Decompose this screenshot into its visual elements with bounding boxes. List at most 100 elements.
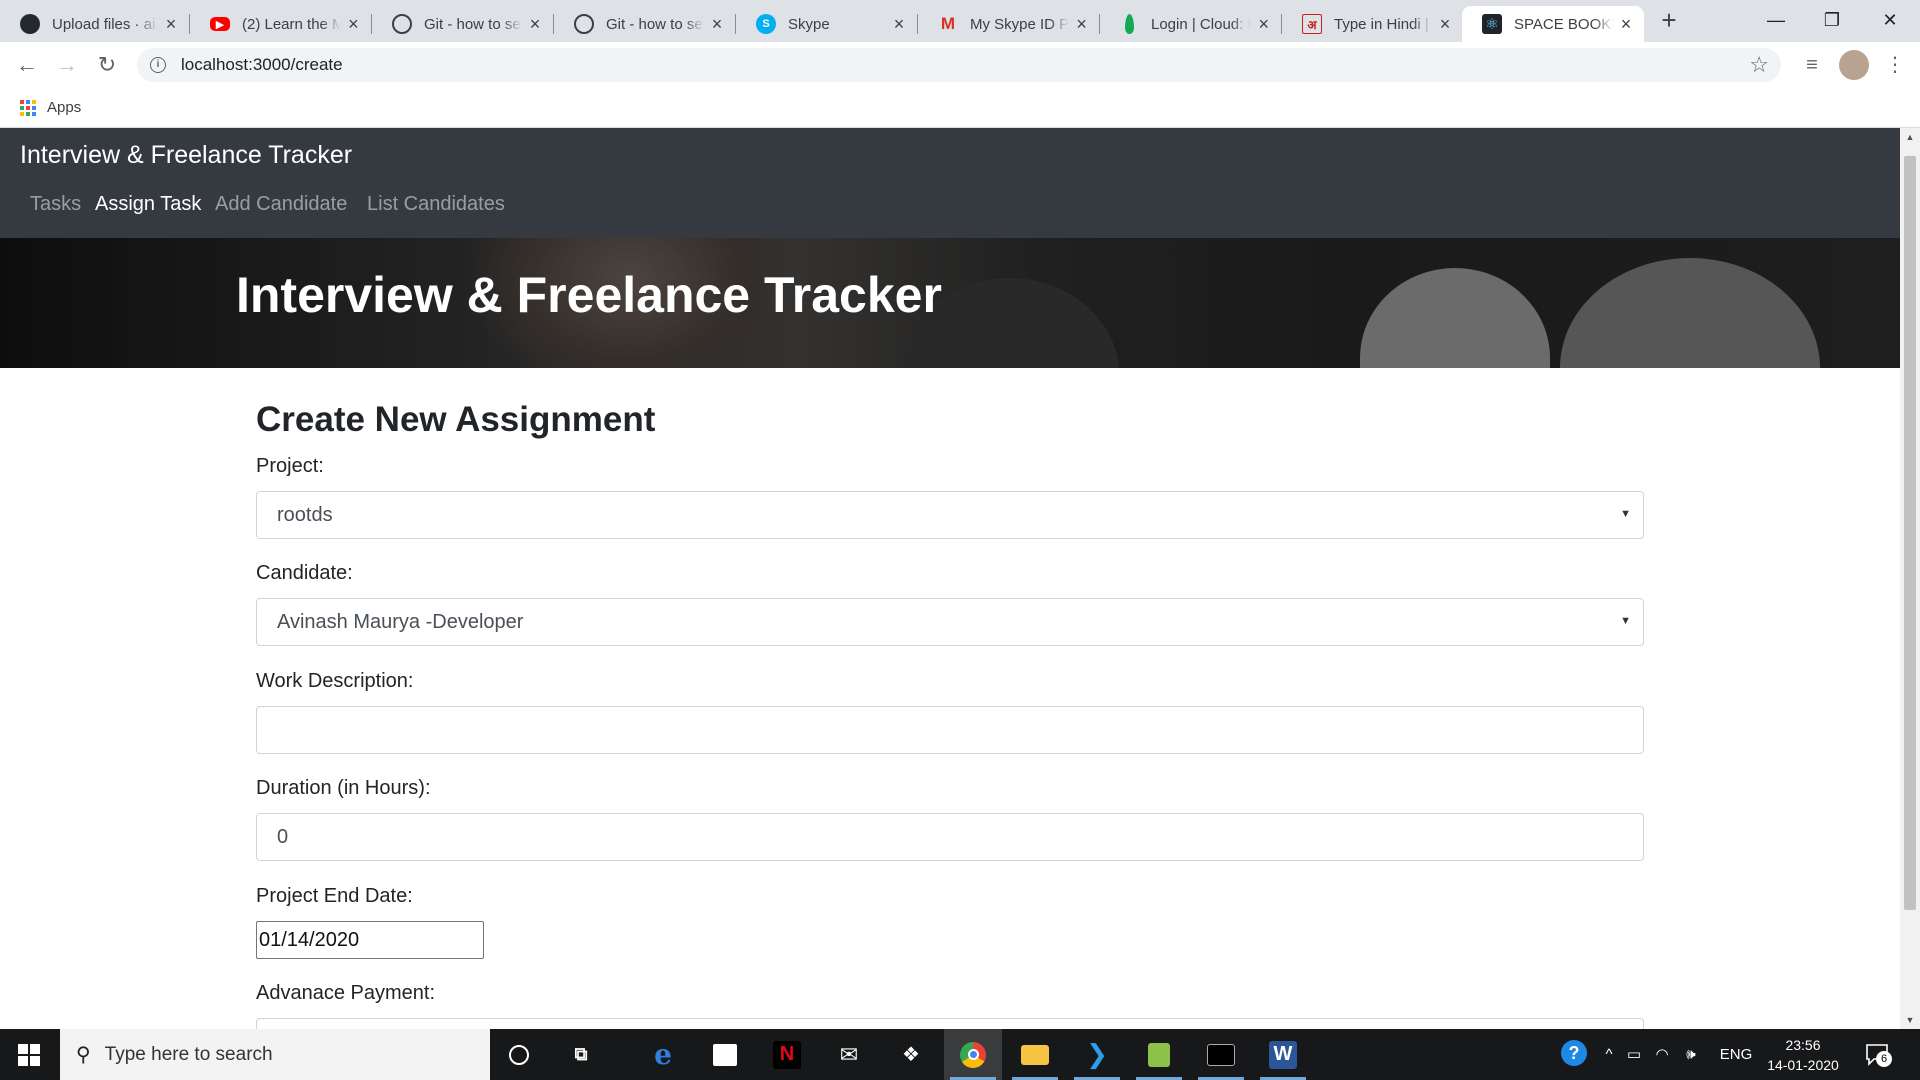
tab[interactable]: Git - how to se ×	[554, 6, 736, 42]
file-explorer-icon[interactable]	[1006, 1029, 1064, 1080]
back-button[interactable]: ←	[10, 48, 44, 82]
close-icon[interactable]: ×	[1618, 14, 1634, 35]
taskbar-search[interactable]: ⚲ Type here to search	[60, 1029, 490, 1080]
nav-link-assign-task[interactable]: Assign Task	[95, 193, 201, 216]
scroll-up-arrow-icon[interactable]: ▲	[1900, 128, 1920, 146]
candidate-select[interactable]: Avinash Maurya -Developer ▼	[256, 598, 1644, 646]
chrome-icon[interactable]	[944, 1029, 1002, 1080]
page-viewport: Interview & Freelance Tracker Tasks Assi…	[0, 128, 1900, 1029]
browser-tab-strip: Upload files · ai × ▶ (2) Learn the M × …	[0, 0, 1920, 42]
dropdown-caret-icon: ▼	[1620, 508, 1631, 520]
media-queue-icon[interactable]: ≡	[1797, 50, 1827, 80]
tab[interactable]: ▶ (2) Learn the M ×	[190, 6, 372, 42]
navbar-brand[interactable]: Interview & Freelance Tracker	[20, 141, 352, 170]
tab-title: Git - how to se	[606, 15, 703, 33]
close-icon[interactable]: ×	[890, 14, 908, 35]
action-center-icon[interactable]: 6	[1864, 1041, 1892, 1067]
candidate-selected-value: Avinash Maurya -Developer	[277, 610, 524, 633]
windows-start-icon[interactable]	[18, 1044, 40, 1066]
taskbar-clock[interactable]: 23:56 14-01-2020	[1758, 1035, 1848, 1075]
windows-taskbar: ⚲ Type here to search ⧉ e N ✉ ❖ ❯ W ? ^ …	[0, 1029, 1920, 1080]
battery-icon[interactable]: ▭	[1622, 1029, 1646, 1080]
apps-grid-icon[interactable]	[20, 100, 36, 116]
project-select[interactable]: rootds ▼	[256, 491, 1644, 539]
tab-title: SPACE BOOKIN	[1514, 15, 1614, 33]
mail-icon[interactable]: ✉	[820, 1029, 878, 1080]
new-tab-button[interactable]: +	[1654, 6, 1684, 36]
language-indicator[interactable]: ENG	[1716, 1029, 1756, 1080]
page-scrollbar[interactable]: ▲ ▼	[1900, 128, 1920, 1029]
project-label: Project:	[256, 455, 324, 477]
tab[interactable]: S Skype ×	[736, 6, 918, 42]
close-icon[interactable]: ×	[708, 14, 726, 35]
volume-icon[interactable]: 🕪	[1678, 1029, 1704, 1080]
word-icon[interactable]: W	[1254, 1029, 1312, 1080]
clock-date: 14-01-2020	[1767, 1057, 1839, 1073]
work-description-input[interactable]	[256, 706, 1644, 754]
close-icon[interactable]: ×	[162, 14, 180, 35]
close-icon[interactable]: ×	[526, 14, 544, 35]
notepad-plus-icon[interactable]	[1130, 1029, 1188, 1080]
nav-link-add-candidate[interactable]: Add Candidate	[215, 193, 347, 216]
nav-link-tasks[interactable]: Tasks	[30, 193, 81, 216]
tab-title: Login | Cloud: M	[1151, 15, 1252, 33]
tab[interactable]: Git - how to se ×	[372, 6, 554, 42]
scrollbar-thumb[interactable]	[1904, 156, 1916, 910]
netflix-icon[interactable]: N	[758, 1029, 816, 1080]
mongodb-leaf-icon	[1125, 14, 1134, 34]
task-view-icon[interactable]: ⧉	[552, 1029, 610, 1080]
gmail-icon: M	[940, 14, 956, 33]
search-placeholder: Type here to search	[104, 1043, 273, 1065]
store-icon[interactable]	[696, 1029, 754, 1080]
tab-active[interactable]: ⚛ SPACE BOOKIN ×	[1462, 6, 1644, 42]
hindi-icon: अ	[1302, 14, 1322, 34]
scroll-down-arrow-icon[interactable]: ▼	[1900, 1011, 1920, 1029]
candidate-label: Candidate:	[256, 562, 353, 584]
close-icon[interactable]: ×	[1436, 14, 1454, 35]
terminal-icon[interactable]	[1192, 1029, 1250, 1080]
reload-button[interactable]: ↻	[90, 48, 124, 82]
skype-icon: S	[756, 14, 776, 34]
youtube-icon: ▶	[210, 17, 230, 31]
profile-avatar[interactable]	[1839, 50, 1869, 80]
dropdown-caret-icon: ▼	[1620, 615, 1631, 627]
work-description-label: Work Description:	[256, 670, 414, 692]
vscode-icon[interactable]: ❯	[1068, 1029, 1126, 1080]
close-icon[interactable]: ×	[1073, 14, 1090, 35]
tab[interactable]: Upload files · ai ×	[0, 6, 190, 42]
advance-payment-input[interactable]	[256, 1018, 1644, 1029]
chevron-up-icon[interactable]: ^	[1598, 1029, 1620, 1080]
info-icon[interactable]: i	[150, 57, 166, 73]
bookmark-star-icon[interactable]: ☆	[1749, 52, 1769, 78]
hero-banner: Interview & Freelance Tracker	[0, 238, 1900, 368]
tab-title: Type in Hindi |	[1334, 15, 1429, 33]
help-icon[interactable]: ?	[1556, 1029, 1592, 1080]
search-icon: ⚲	[76, 1044, 91, 1066]
duration-input[interactable]: 0	[256, 813, 1644, 861]
close-icon[interactable]: ×	[1255, 14, 1272, 35]
nav-link-list-candidates[interactable]: List Candidates	[367, 193, 505, 216]
address-bar[interactable]: i localhost:3000/create ☆	[137, 48, 1781, 82]
cookie-icon	[574, 14, 594, 34]
close-icon[interactable]: ×	[345, 14, 362, 35]
dropbox-icon[interactable]: ❖	[882, 1029, 940, 1080]
apps-bookmark[interactable]: Apps	[47, 99, 81, 116]
end-date-picker[interactable]: 01/14/2020	[256, 921, 484, 959]
tab[interactable]: M My Skype ID Pa ×	[918, 6, 1100, 42]
minimize-button[interactable]: —	[1748, 0, 1804, 40]
url-text[interactable]: localhost:3000/create	[181, 55, 343, 75]
end-date-label: Project End Date:	[256, 885, 413, 907]
menu-kebab-icon[interactable]: ⋮	[1880, 50, 1910, 80]
cortana-icon[interactable]	[490, 1029, 548, 1080]
wifi-icon[interactable]: ◠	[1650, 1029, 1674, 1080]
tab[interactable]: अ Type in Hindi | ×	[1282, 6, 1464, 42]
tab[interactable]: Login | Cloud: M ×	[1100, 6, 1282, 42]
tab-title: (2) Learn the M	[242, 15, 341, 33]
close-window-button[interactable]: ✕	[1862, 0, 1918, 40]
restore-button[interactable]: ❐	[1804, 0, 1860, 40]
duration-label: Duration (in Hours):	[256, 777, 431, 799]
github-icon	[20, 14, 40, 34]
bookmarks-bar: Apps	[0, 88, 1920, 128]
edge-icon[interactable]: e	[634, 1029, 692, 1080]
forward-button[interactable]: →	[50, 48, 84, 82]
